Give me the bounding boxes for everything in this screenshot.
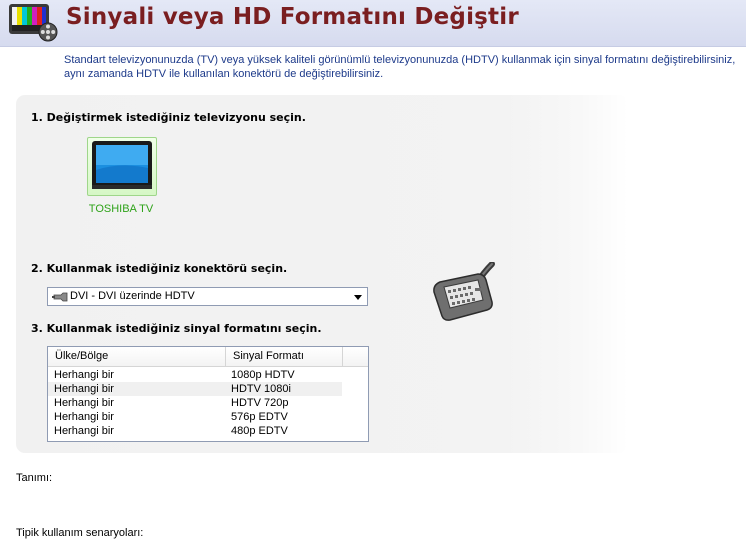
list-item[interactable]: Herhangi bir 1080p HDTV [48,368,342,382]
list-item-format: HDTV 720p [231,397,289,409]
list-item[interactable]: Herhangi bir HDTV 720p [48,396,342,410]
connector-dropdown[interactable]: DVI - DVI üzerinde HDTV [47,287,368,306]
list-item-region: Herhangi bir [54,411,114,423]
list-item[interactable]: Herhangi bir 480p EDTV [48,424,342,438]
dvi-plug-icon [52,292,68,302]
list-item[interactable]: Herhangi bir HDTV 1080i [48,382,342,396]
chevron-down-icon[interactable] [354,295,362,300]
list-item-format: HDTV 1080i [231,383,291,395]
list-item-format: 1080p HDTV [231,369,295,381]
list-item-region: Herhangi bir [54,383,114,395]
page-description: Standart televizyonunuzda (TV) veya yüks… [64,54,736,80]
list-item-format: 480p EDTV [231,425,288,437]
tv-select-tile[interactable] [87,137,157,196]
tv-icon [92,141,152,189]
tv-color-bars-film-reel-icon [9,4,58,42]
usage-scenarios-label: Tipik kullanım senaryoları: [16,527,144,539]
column-separator [342,347,343,366]
column-header-region[interactable]: Ülke/Bölge [55,350,108,362]
column-separator [225,347,226,366]
connector-dropdown-value: DVI - DVI üzerinde HDTV [70,290,195,302]
column-header-format[interactable]: Sinyal Formatı [233,350,304,362]
list-item-region: Herhangi bir [54,397,114,409]
list-item-format: 576p EDTV [231,411,288,423]
list-item-region: Herhangi bir [54,369,114,381]
list-item[interactable]: Herhangi bir 576p EDTV [48,410,342,424]
step2-heading: 2. Kullanmak istediğiniz konektörü seçin… [31,262,288,275]
signal-format-list[interactable]: Ülke/Bölge Sinyal Formatı Herhangi bir 1… [47,346,369,442]
tv-name-label[interactable]: TOSHIBA TV [72,203,170,215]
page-header: Sinyali veya HD Formatını Değiştir [0,0,746,47]
dvi-connector-icon [433,262,495,321]
page-title: Sinyali veya HD Formatını Değiştir [66,4,519,30]
description-label: Tanımı: [16,472,53,484]
step3-heading: 3. Kullanmak istediğiniz sinyal formatın… [31,322,322,335]
list-header: Ülke/Bölge Sinyal Formatı [48,347,368,367]
step1-heading: 1. Değiştirmek istediğiniz televizyonu s… [31,111,306,124]
list-item-region: Herhangi bir [54,425,114,437]
